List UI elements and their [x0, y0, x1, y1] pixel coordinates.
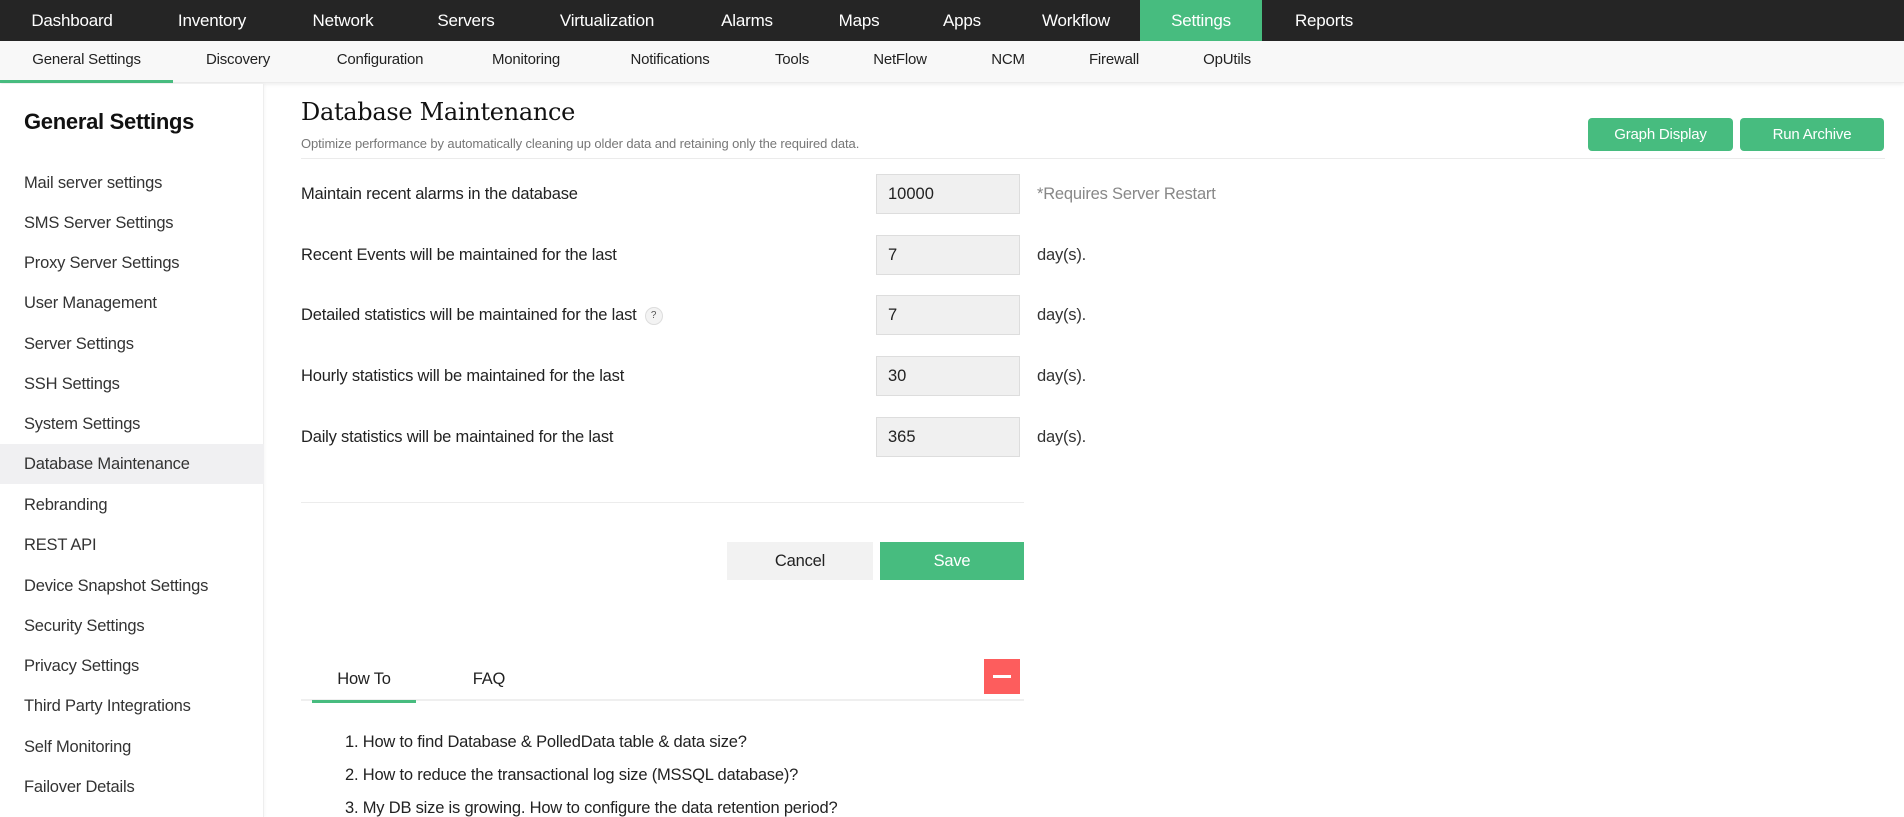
sidebar-item-security-settings[interactable]: Security Settings [0, 606, 264, 646]
topnav-settings[interactable]: Settings [1140, 0, 1262, 41]
subnav-firewall[interactable]: Firewall [1055, 41, 1173, 83]
hourly-statistics-input[interactable] [876, 356, 1020, 396]
sidebar-item-device-snapshot-settings[interactable]: Device Snapshot Settings [0, 566, 264, 606]
detailed-statistics-unit: day(s). [1037, 306, 1087, 324]
sub-navigation-bar: General Settings Discovery Configuration… [0, 41, 1904, 83]
subnav-general-settings[interactable]: General Settings [0, 41, 173, 83]
daily-statistics-label: Daily statistics will be maintained for … [301, 428, 614, 446]
sidebar-item-user-management[interactable]: User Management [0, 283, 264, 323]
subnav-monitoring[interactable]: Monitoring [457, 41, 595, 83]
topnav-apps[interactable]: Apps [912, 0, 1012, 41]
minus-icon [993, 675, 1011, 678]
help-icon[interactable]: ? [644, 306, 663, 325]
recent-events-unit: day(s). [1037, 246, 1087, 264]
subnav-ncm[interactable]: NCM [961, 41, 1055, 83]
topnav-workflow[interactable]: Workflow [1012, 0, 1140, 41]
subnav-configuration[interactable]: Configuration [303, 41, 457, 83]
form-row-recent-alarms: Maintain recent alarms in the database *… [301, 174, 1301, 214]
form-row-daily-statistics: Daily statistics will be maintained for … [301, 417, 1301, 457]
subnav-discovery[interactable]: Discovery [173, 41, 303, 83]
sidebar-item-server-settings[interactable]: Server Settings [0, 324, 264, 364]
help-tabs: How To FAQ [301, 659, 1024, 703]
subnav-tools[interactable]: Tools [745, 41, 839, 83]
daily-statistics-input[interactable] [876, 417, 1020, 457]
sidebar-item-ssh-settings[interactable]: SSH Settings [0, 364, 264, 404]
form-row-detailed-statistics: Detailed statistics will be maintained f… [301, 295, 1301, 335]
hourly-statistics-unit: day(s). [1037, 367, 1087, 385]
cancel-button[interactable]: Cancel [727, 542, 873, 580]
topnav-inventory[interactable]: Inventory [144, 0, 280, 41]
topnav-servers[interactable]: Servers [406, 0, 526, 41]
header-divider [301, 158, 1885, 159]
subnav-netflow[interactable]: NetFlow [839, 41, 961, 83]
page-title: Database Maintenance [301, 98, 576, 126]
how-to-list: 1. How to find Database & PolledData tab… [345, 726, 838, 817]
tab-how-to[interactable]: How To [312, 659, 416, 703]
how-to-item[interactable]: 1. How to find Database & PolledData tab… [345, 726, 837, 759]
sidebar-item-failover-details[interactable]: Failover Details [0, 767, 264, 807]
detailed-statistics-label-wrap: Detailed statistics will be maintained f… [301, 295, 663, 335]
subnav-notifications[interactable]: Notifications [595, 41, 745, 83]
recent-events-label: Recent Events will be maintained for the… [301, 246, 617, 264]
subnav-oputils[interactable]: OpUtils [1173, 41, 1281, 83]
recent-alarms-label: Maintain recent alarms in the database [301, 185, 578, 203]
page-subtitle: Optimize performance by automatically cl… [301, 136, 860, 151]
collapse-help-button[interactable] [984, 659, 1020, 694]
sidebar-item-sms-server-settings[interactable]: SMS Server Settings [0, 203, 264, 243]
topnav-alarms[interactable]: Alarms [688, 0, 806, 41]
how-to-item[interactable]: 2. How to reduce the transactional log s… [345, 759, 837, 792]
run-archive-button[interactable]: Run Archive [1740, 118, 1884, 151]
recent-alarms-input[interactable] [876, 174, 1020, 214]
topnav-network[interactable]: Network [280, 0, 406, 41]
sidebar-item-proxy-server-settings[interactable]: Proxy Server Settings [0, 243, 264, 283]
sidebar-item-privacy-settings[interactable]: Privacy Settings [0, 646, 264, 686]
sidebar-item-third-party-integrations[interactable]: Third Party Integrations [0, 686, 264, 726]
main-content: Database Maintenance Optimize performanc… [265, 84, 1904, 817]
sidebar-title: General Settings [24, 109, 195, 134]
sidebar-item-database-maintenance[interactable]: Database Maintenance [0, 444, 264, 484]
settings-sidebar: General Settings Mail server settings SM… [0, 84, 264, 817]
tab-faq[interactable]: FAQ [445, 659, 533, 701]
detailed-statistics-input[interactable] [876, 295, 1020, 335]
form-divider [301, 502, 1024, 503]
topnav-virtualization[interactable]: Virtualization [526, 0, 688, 41]
sidebar-item-rest-api[interactable]: REST API [0, 525, 264, 565]
recent-events-input[interactable] [876, 235, 1020, 275]
sidebar-item-system-settings[interactable]: System Settings [0, 404, 264, 444]
sidebar-item-self-monitoring[interactable]: Self Monitoring [0, 727, 264, 767]
graph-display-button[interactable]: Graph Display [1588, 118, 1733, 151]
daily-statistics-unit: day(s). [1037, 428, 1087, 446]
save-button[interactable]: Save [880, 542, 1024, 580]
form-row-hourly-statistics: Hourly statistics will be maintained for… [301, 356, 1301, 396]
topnav-dashboard[interactable]: Dashboard [0, 0, 144, 41]
topnav-reports[interactable]: Reports [1262, 0, 1386, 41]
sidebar-item-mail-server-settings[interactable]: Mail server settings [0, 163, 264, 203]
hourly-statistics-label: Hourly statistics will be maintained for… [301, 367, 625, 385]
how-to-item[interactable]: 3. My DB size is growing. How to configu… [345, 792, 838, 817]
detailed-statistics-label: Detailed statistics will be maintained f… [301, 306, 637, 324]
topnav-maps[interactable]: Maps [806, 0, 912, 41]
requires-restart-note: *Requires Server Restart [1037, 185, 1216, 203]
form-row-recent-events: Recent Events will be maintained for the… [301, 235, 1301, 275]
top-navigation-bar: Dashboard Inventory Network Servers Virt… [0, 0, 1904, 41]
sidebar-item-rebranding[interactable]: Rebranding [0, 485, 264, 525]
